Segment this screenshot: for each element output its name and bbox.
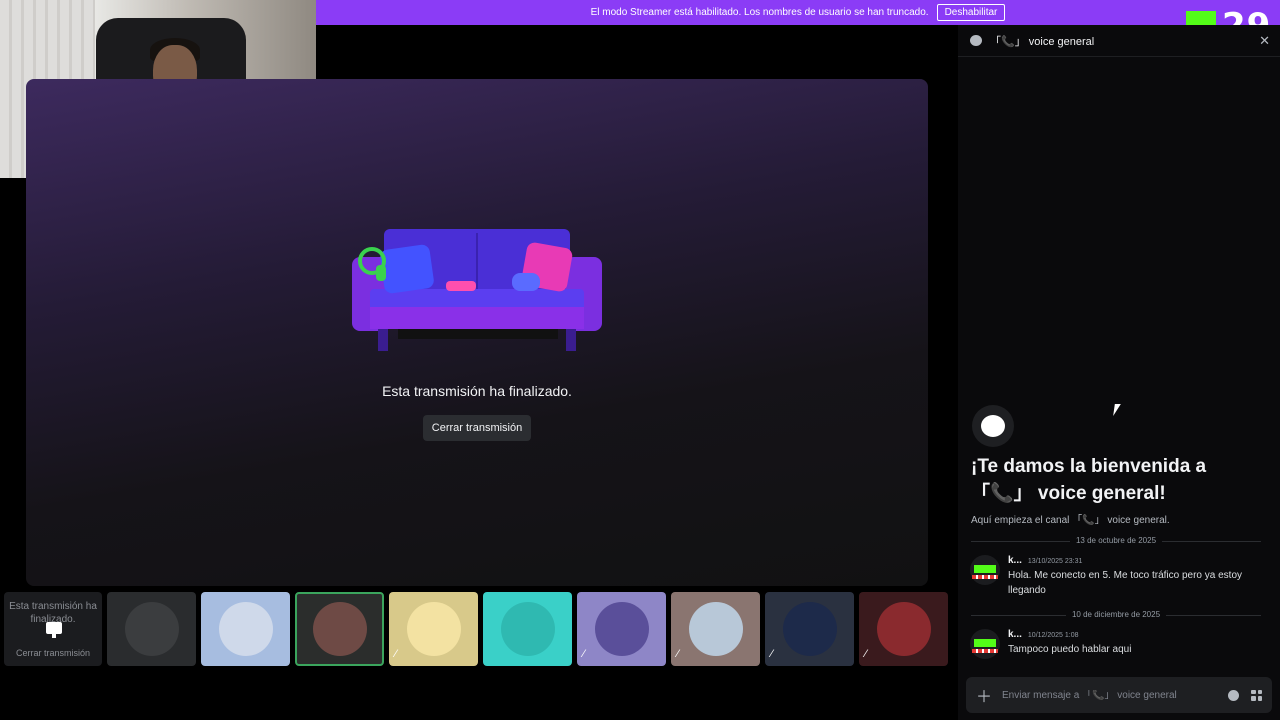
participant-tiles: Esta transmisión ha finalizado. Cerrar t…: [4, 592, 948, 666]
avatar: [406, 602, 461, 656]
emoji-icon[interactable]: [1228, 689, 1239, 701]
channel-welcome-title: ¡Te damos la bienvenida a 「📞」 voice gene…: [971, 456, 1207, 504]
stream-stage: Esta transmisión ha finalizado. Cerrar t…: [26, 79, 928, 586]
participant-tile[interactable]: ⁄: [859, 592, 948, 666]
muted-icon: ⁄: [771, 648, 773, 660]
avatar: [500, 602, 555, 656]
date-separator-label: 10 de diciembre de 2025: [1065, 610, 1167, 619]
participant-tile[interactable]: ⁄: [765, 592, 854, 666]
stream-ended-message: Esta transmisión ha finalizado.: [382, 383, 572, 399]
ended-stream-tile[interactable]: Esta transmisión ha finalizado. Cerrar t…: [4, 592, 102, 666]
message-timestamp: 10/12/2025 1:08: [1027, 632, 1079, 639]
couch-illustration: [352, 229, 602, 351]
date-separator: 13 de octubre de 2025: [971, 536, 1261, 548]
streamer-mode-banner: El modo Streamer está habilitado. Los no…: [316, 0, 1280, 25]
avatar: [312, 602, 367, 656]
channel-welcome-subtitle: Aquí empieza el canal 「📞」 voice general.: [971, 515, 1170, 526]
chat-message: k... 10/12/2025 1:08 Tampoco puedo habla…: [970, 629, 1260, 659]
chat-header: 「📞」 voice general: [958, 25, 1280, 57]
disable-streamer-mode-button[interactable]: Deshabilitar: [936, 4, 1006, 21]
participant-tile[interactable]: [295, 592, 384, 666]
avatar[interactable]: [970, 629, 1000, 659]
muted-icon: ⁄: [865, 648, 867, 660]
avatar: [218, 602, 273, 656]
muted-icon: ⁄: [677, 648, 679, 660]
avatar: [124, 602, 179, 656]
chat-bubble-icon: [970, 35, 982, 46]
message-username[interactable]: k...: [1008, 629, 1022, 640]
muted-icon: ⁄: [395, 648, 397, 660]
channel-welcome-icon: [972, 405, 1014, 447]
avatar: [594, 602, 649, 656]
message-input[interactable]: [1002, 689, 1216, 701]
participant-tile[interactable]: [483, 592, 572, 666]
participant-tile[interactable]: ⁄: [389, 592, 478, 666]
avatar[interactable]: [970, 555, 1000, 585]
date-separator-label: 13 de octubre de 2025: [1069, 536, 1163, 545]
message-text: Hola. Me conecto en 5. Me toco tráfico p…: [1008, 570, 1243, 596]
chat-channel-name: 「📞」 voice general: [990, 35, 1095, 48]
chat-message: k... 13/10/2025 23:31 Hola. Me conecto e…: [970, 555, 1260, 598]
message-timestamp: 13/10/2025 23:31: [1027, 558, 1083, 565]
participant-tile[interactable]: [107, 592, 196, 666]
participant-tile[interactable]: ⁄: [671, 592, 760, 666]
screen-share-icon: [46, 622, 62, 638]
message-text: Tampoco puedo hablar aqui: [1008, 644, 1132, 655]
avatar: [688, 602, 743, 656]
message-composer: ＋: [966, 677, 1272, 713]
participant-tile[interactable]: ⁄: [577, 592, 666, 666]
close-stream-button[interactable]: Cerrar transmisión: [423, 415, 531, 441]
apps-icon[interactable]: [1251, 689, 1262, 701]
close-icon[interactable]: ✕: [1259, 33, 1270, 49]
text-chat-panel: 「📞」 voice general ✕ ¡Te damos la bienven…: [958, 25, 1280, 720]
participant-tile[interactable]: [201, 592, 290, 666]
add-attachment-icon[interactable]: ＋: [976, 683, 992, 707]
avatar: [876, 602, 931, 656]
message-username[interactable]: k...: [1008, 555, 1022, 566]
date-separator: 10 de diciembre de 2025: [971, 610, 1261, 622]
ended-stream-tile-close[interactable]: Cerrar transmisión: [16, 648, 90, 658]
avatar: [782, 602, 837, 656]
streamer-mode-text: El modo Streamer está habilitado. Los no…: [590, 7, 929, 18]
muted-icon: ⁄: [583, 648, 585, 660]
